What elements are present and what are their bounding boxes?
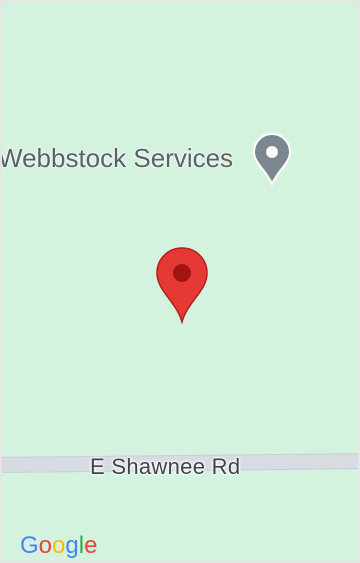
- google-logo-letter: o: [52, 532, 66, 559]
- map-view[interactable]: E Shawnee Rd Webbstock Services Google: [0, 0, 360, 563]
- map-marker-icon[interactable]: [154, 246, 210, 325]
- google-logo-letter: G: [20, 532, 39, 559]
- road-label: E Shawnee Rd: [90, 454, 241, 479]
- poi-pin-icon[interactable]: [252, 132, 292, 187]
- google-logo-letter: o: [38, 532, 53, 559]
- google-logo-letter: g: [65, 532, 79, 559]
- google-logo-letter: e: [84, 532, 98, 559]
- poi-label[interactable]: Webbstock Services: [2, 140, 233, 176]
- google-logo: Google: [20, 532, 97, 560]
